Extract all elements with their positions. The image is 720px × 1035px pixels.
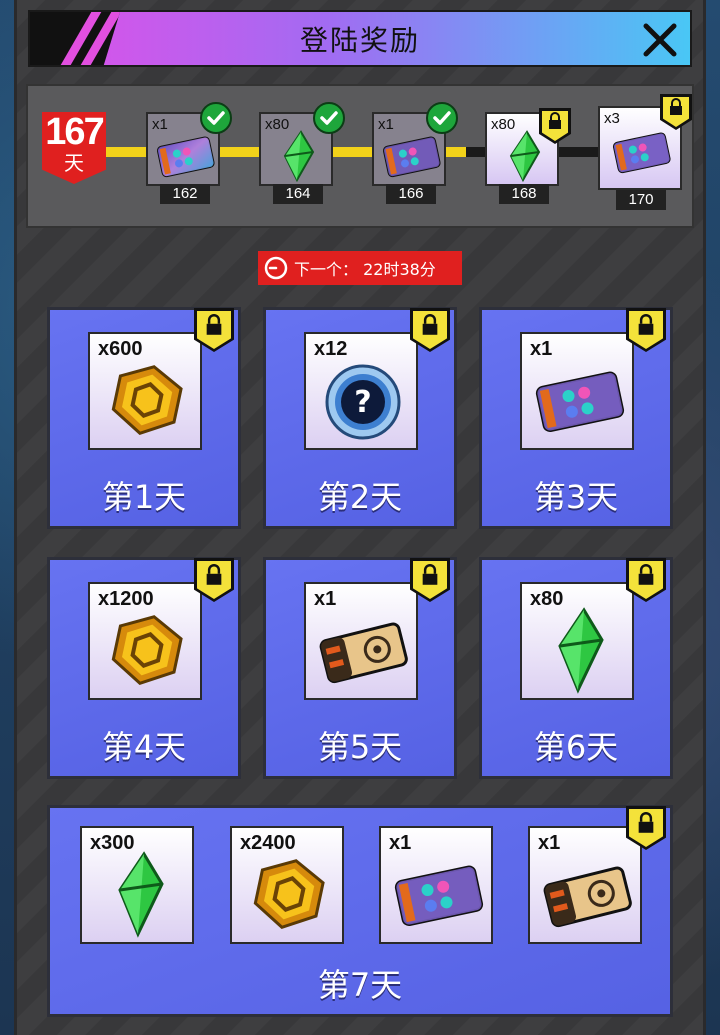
reward-tile: x1 — [379, 826, 493, 944]
ticket-card-icon — [610, 124, 672, 180]
green-gem-icon — [92, 846, 186, 940]
milestone-170[interactable]: x3 170 — [598, 94, 692, 210]
streak-unit: 天 — [64, 151, 84, 175]
day-card-4[interactable]: x1200 第4天 — [47, 557, 241, 779]
gold-coin-icon — [100, 602, 194, 696]
day-card-6[interactable]: x80 第6天 — [479, 557, 673, 779]
next-reward-timer: 下一个： 22时38分 — [258, 251, 462, 285]
gold-ticket-icon — [540, 846, 634, 940]
streak-progress: 167 天 x1 162 x80 164 x1 166 x80 168 x3 1… — [26, 84, 694, 228]
day-card-3[interactable]: x1 第3天 — [479, 307, 673, 529]
day-label: 第1天 — [101, 478, 187, 516]
milestone-day: 164 — [273, 184, 323, 204]
day-card-7[interactable]: x300 x2400 x1 x1 第7天 — [47, 805, 673, 1017]
header-stripes — [30, 12, 120, 65]
reward-tile: x80 — [520, 582, 634, 700]
ticket-card-icon — [391, 846, 485, 940]
ticket-card-icon — [532, 352, 626, 446]
claimed-check-icon — [200, 102, 232, 134]
day-label: 第5天 — [317, 728, 403, 766]
reward-tile: x12 ? — [304, 332, 418, 450]
green-gem-icon — [267, 128, 329, 184]
milestone-164[interactable]: x80 164 — [259, 102, 345, 204]
milestone-166[interactable]: x1 166 — [372, 102, 458, 204]
claimed-check-icon — [313, 102, 345, 134]
day-label: 第7天 — [317, 966, 403, 1004]
panel-title: 登陆奖励 — [299, 23, 420, 57]
gold-ticket-icon — [316, 602, 410, 696]
green-gem-icon — [532, 602, 626, 696]
reward-tile: x1 — [528, 826, 642, 944]
streak-days: 167 — [45, 111, 104, 153]
ticket-card-icon — [154, 128, 216, 184]
reward-tile: x1 — [304, 582, 418, 700]
day-card-5[interactable]: x1 第5天 — [263, 557, 457, 779]
milestone-day: 168 — [499, 184, 549, 204]
milestone-day: 166 — [386, 184, 436, 204]
svg-text:?: ? — [354, 385, 371, 420]
reward-tile: x600 — [88, 332, 202, 450]
streak-day-badge: 167 天 — [42, 112, 106, 184]
timer-text: 下一个： 22时38分 — [294, 260, 436, 279]
gold-coin-icon — [242, 846, 336, 940]
panel-header: 登陆奖励 — [28, 10, 692, 67]
close-button[interactable] — [636, 16, 684, 64]
mystery-token-icon: ? — [316, 352, 410, 446]
milestone-168[interactable]: x80 168 — [485, 108, 571, 204]
day-label: 第6天 — [533, 728, 619, 766]
milestone-day: 162 — [160, 184, 210, 204]
day-label: 第4天 — [101, 728, 187, 766]
day-card-2[interactable]: x12 ? 第2天 — [263, 307, 457, 529]
reward-tile: x2400 — [230, 826, 344, 944]
milestone-162[interactable]: x1 162 — [146, 102, 232, 204]
close-icon — [643, 23, 677, 57]
ticket-card-icon — [380, 128, 442, 184]
day-label: 第3天 — [533, 478, 619, 516]
claimed-check-icon — [426, 102, 458, 134]
day-label: 第2天 — [317, 478, 403, 516]
milestone-day: 170 — [616, 190, 666, 210]
day-card-1[interactable]: x600 第1天 — [47, 307, 241, 529]
reward-tile: x1 — [520, 332, 634, 450]
gold-coin-icon — [100, 352, 194, 446]
reward-tile: x300 — [80, 826, 194, 944]
reward-tile: x1200 — [88, 582, 202, 700]
clock-icon — [264, 256, 288, 280]
